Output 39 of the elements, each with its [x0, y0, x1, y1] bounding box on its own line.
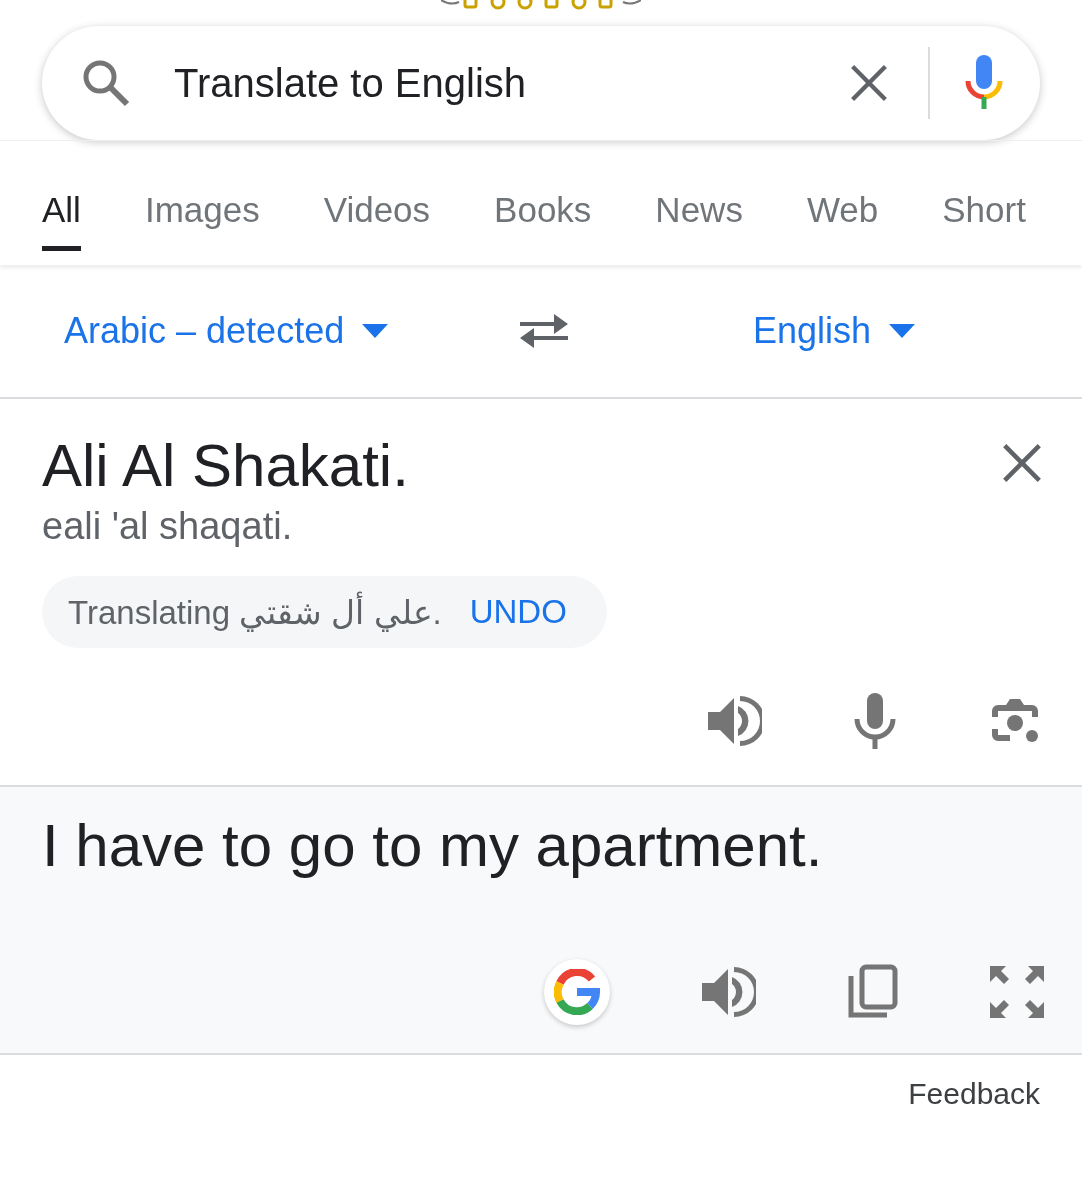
- clear-button[interactable]: [850, 64, 888, 102]
- search-icon: [82, 59, 130, 107]
- translation-text: I have to go to my apartment.: [42, 813, 824, 879]
- source-text: Ali Al Shakati.: [42, 433, 409, 499]
- swap-icon: [518, 312, 570, 350]
- romanization-text: eali 'al shaqati.: [42, 505, 294, 548]
- copy-icon: [848, 964, 898, 1020]
- microphone-icon: [964, 55, 1004, 111]
- source-language-button[interactable]: Arabic – detected: [64, 310, 389, 352]
- g-logo-icon: [554, 969, 600, 1015]
- voice-input-button[interactable]: [854, 693, 896, 749]
- copy-button[interactable]: [848, 964, 898, 1020]
- search-field[interactable]: Translate to English: [172, 59, 850, 107]
- caret-icon: [889, 324, 916, 338]
- listen-button[interactable]: [708, 696, 762, 746]
- listen-button[interactable]: [702, 967, 756, 1017]
- notice-text: Translating علي أل شقتي.: [68, 592, 442, 632]
- fullscreen-button[interactable]: [990, 966, 1044, 1018]
- speaker-icon: [702, 967, 756, 1017]
- undo-link[interactable]: UNDO: [469, 593, 567, 631]
- target-language-button[interactable]: English: [753, 310, 916, 352]
- tab[interactable]: All: [42, 190, 81, 251]
- caret-icon: [362, 324, 389, 338]
- swap-languages-button[interactable]: [518, 312, 570, 350]
- tab[interactable]: Short: [942, 190, 1026, 251]
- close-icon: [1002, 443, 1042, 483]
- microphone-icon: [854, 693, 896, 749]
- speaker-icon: [708, 696, 762, 746]
- tab[interactable]: News: [655, 190, 743, 251]
- clear-source-button[interactable]: [1002, 443, 1042, 483]
- google-button[interactable]: [544, 959, 610, 1025]
- feedback-link[interactable]: Feedback: [908, 1077, 1040, 1111]
- tab[interactable]: Books: [494, 190, 592, 251]
- close-icon: [850, 64, 888, 102]
- tab[interactable]: Web: [806, 190, 879, 251]
- tab[interactable]: Videos: [323, 190, 431, 251]
- expand-icon: [990, 966, 1044, 1018]
- tab[interactable]: Images: [144, 190, 260, 251]
- voice-search-button[interactable]: [964, 55, 1004, 111]
